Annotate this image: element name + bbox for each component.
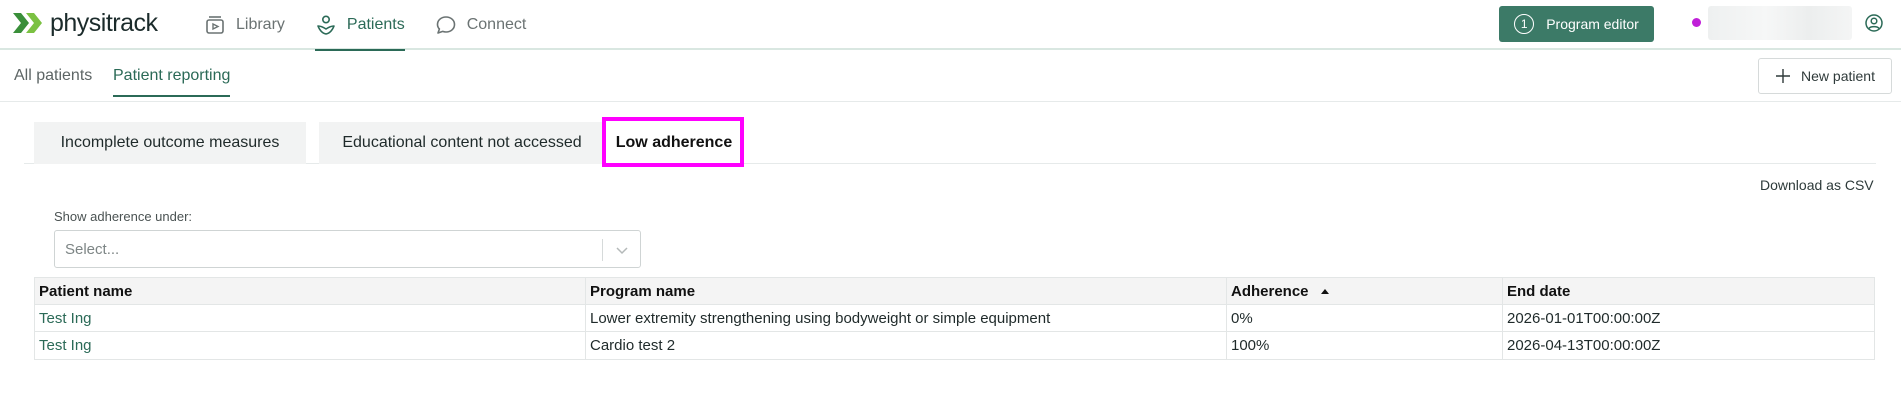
select-placeholder: Select... [65, 241, 120, 258]
plus-icon [1776, 69, 1791, 83]
cell-program: Cardio test 2 [586, 332, 1227, 359]
nav-item-connect[interactable]: Connect [435, 0, 527, 50]
select-separator [602, 239, 603, 261]
column-header-label: End date [1507, 283, 1571, 300]
column-header-program-name[interactable]: Program name [586, 278, 1227, 305]
column-header-end-date[interactable]: End date [1503, 278, 1874, 305]
table-row: Test Ing Lower extremity strengthening u… [35, 305, 1874, 332]
new-patient-label: New patient [1801, 68, 1875, 84]
physitrack-logo[interactable]: physitrack [12, 8, 158, 38]
program-editor-button[interactable]: 1 Program editor [1499, 6, 1654, 42]
adherence-threshold-select[interactable]: Select... [54, 230, 641, 268]
nav-item-label: Patients [346, 16, 405, 33]
cell-patient: Test Ing [35, 332, 586, 359]
column-header-adherence[interactable]: Adherence [1227, 278, 1503, 305]
cell-patient: Test Ing [35, 305, 586, 332]
user-name-redacted[interactable] [1708, 6, 1852, 40]
main-nav: Library Patients Connect [204, 0, 556, 51]
tab-incomplete-outcome-measures[interactable]: Incomplete outcome measures [34, 122, 306, 164]
tab-low-adherence[interactable]: Low adherence [606, 122, 742, 164]
library-icon [206, 16, 224, 34]
chevron-logo-icon [13, 13, 42, 33]
status-indicator-dot [1692, 18, 1701, 27]
column-header-label: Patient name [39, 283, 133, 300]
new-patient-button[interactable]: New patient [1758, 58, 1892, 94]
nav-item-library[interactable]: Library [204, 0, 285, 50]
low-adherence-table: Patient name Program name Adherence End … [34, 277, 1875, 360]
patient-name-link[interactable]: Test Ing [39, 310, 92, 327]
cell-end-date: 2026-01-01T00:00:00Z [1507, 310, 1661, 327]
column-header-label: Program name [590, 283, 696, 300]
tab-patient-reporting[interactable]: Patient reporting [113, 50, 231, 102]
column-header-label: Adherence [1231, 283, 1309, 300]
user-account-icon[interactable] [1864, 13, 1884, 33]
nav-item-patients[interactable]: Patients [314, 0, 405, 51]
table-row: Test Ing Cardio test 2 100% 2026-04-13T0… [35, 332, 1874, 359]
program-editor-count-badge: 1 [1514, 14, 1535, 34]
download-csv-link[interactable]: Download as CSV [1760, 177, 1874, 193]
cell-program: Lower extremity strengthening using body… [586, 305, 1227, 332]
report-tabs: Incomplete outcome measures Educational … [24, 118, 1876, 164]
patients-icon [317, 15, 335, 35]
cell-adherence: 100% [1227, 332, 1503, 359]
cell-end-date: 2026-04-13T00:00:00Z [1507, 337, 1661, 354]
top-navigation-bar: physitrack Library Patients Connect 1 Pr… [0, 0, 1901, 51]
adherence-filter-label: Show adherence under: [54, 209, 193, 224]
column-header-patient-name[interactable]: Patient name [35, 278, 586, 305]
chevron-down-icon[interactable] [614, 242, 630, 258]
nav-item-label: Connect [466, 16, 527, 33]
cell-adherence: 0% [1227, 305, 1503, 332]
tab-educational-content-not-accessed[interactable]: Educational content not accessed [319, 122, 605, 164]
patients-subnav: All patients Patient reporting New patie… [0, 50, 1901, 102]
tab-all-patients[interactable]: All patients [14, 50, 92, 102]
chat-bubble-icon [436, 16, 456, 34]
program-editor-label: Program editor [1546, 16, 1639, 32]
nav-item-label: Library [236, 16, 285, 33]
table-header-row: Patient name Program name Adherence End … [35, 278, 1874, 305]
patient-name-link[interactable]: Test Ing [39, 337, 92, 354]
sort-ascending-icon [1320, 289, 1329, 294]
logo-wordmark: physitrack [50, 8, 158, 37]
